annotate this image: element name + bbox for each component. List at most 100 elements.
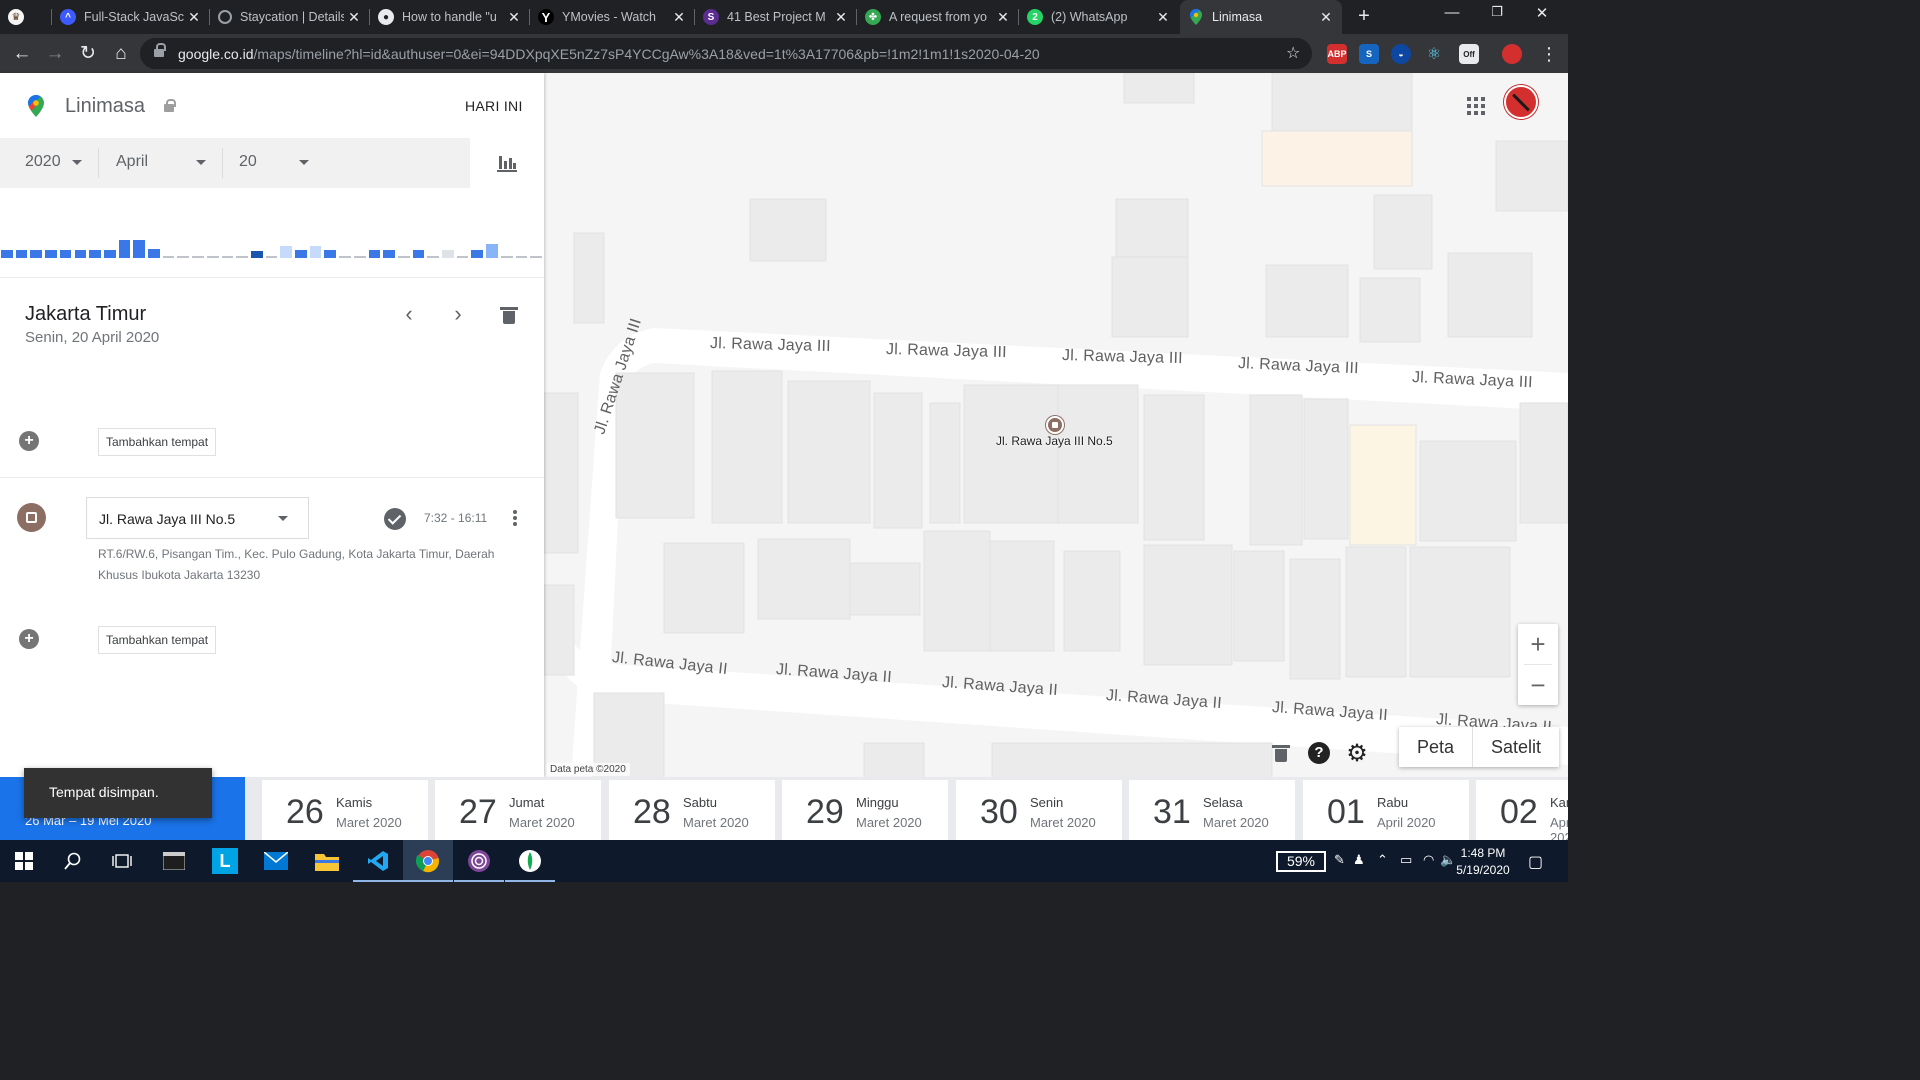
place-marker-icon[interactable] bbox=[1046, 416, 1064, 434]
today-button[interactable]: HARI INI bbox=[465, 98, 523, 114]
adblock-icon[interactable]: ABP bbox=[1327, 44, 1347, 64]
histogram-bar[interactable] bbox=[442, 250, 454, 258]
react-icon[interactable]: ⚛ bbox=[1424, 44, 1444, 64]
browser-tab-active[interactable]: Linimasa ✕ bbox=[1180, 0, 1342, 34]
search-icon[interactable] bbox=[60, 848, 86, 874]
new-tab-button[interactable]: + bbox=[1352, 5, 1376, 28]
mongodb-compass-icon[interactable] bbox=[517, 848, 543, 874]
histogram-bar[interactable] bbox=[236, 256, 248, 258]
people-icon[interactable]: ♟ bbox=[1353, 852, 1365, 868]
histogram-bar[interactable] bbox=[133, 240, 145, 258]
day-card[interactable]: 26 Kamis Maret 2020 bbox=[262, 780, 428, 840]
close-tab-icon[interactable]: ✕ bbox=[1316, 9, 1336, 26]
histogram-bar[interactable] bbox=[192, 256, 204, 258]
map-canvas[interactable]: Jl. Rawa Jaya III Jl. Rawa Jaya III Jl. … bbox=[544, 73, 1568, 777]
minimize-icon[interactable]: — bbox=[1440, 4, 1464, 21]
wifi-icon[interactable]: ◠ bbox=[1423, 852, 1434, 868]
histogram-bar[interactable] bbox=[15, 250, 28, 258]
bookmark-star-icon[interactable]: ☆ bbox=[1286, 43, 1300, 63]
chevron-down-icon[interactable] bbox=[72, 160, 82, 165]
browser-tab[interactable]: Y YMovies - Watch ✕ bbox=[530, 0, 695, 34]
zoom-in-button[interactable]: + bbox=[1518, 624, 1558, 664]
chevron-down-icon[interactable] bbox=[196, 160, 206, 165]
s-extension-icon[interactable]: S bbox=[1359, 44, 1379, 64]
account-avatar[interactable] bbox=[1504, 85, 1538, 119]
delete-icon[interactable] bbox=[1268, 740, 1294, 766]
vscode-icon[interactable] bbox=[365, 848, 391, 874]
restore-icon[interactable]: ❐ bbox=[1485, 4, 1509, 20]
browser-tab[interactable]: S 41 Best Project M ✕ bbox=[695, 0, 857, 34]
chrome-icon[interactable] bbox=[415, 848, 441, 874]
battery-indicator[interactable]: 59% bbox=[1276, 851, 1326, 872]
day-card[interactable]: 30 Senin Maret 2020 bbox=[956, 780, 1122, 840]
taskbar-clock[interactable]: 1:48 PM 5/19/2020 bbox=[1448, 845, 1518, 879]
show-hidden-icons-icon[interactable]: ⌃ bbox=[1377, 852, 1388, 868]
profile-icon[interactable] bbox=[1502, 44, 1522, 64]
close-tab-icon[interactable]: ✕ bbox=[344, 9, 364, 26]
year-select[interactable]: 2020 bbox=[25, 153, 61, 171]
close-tab-icon[interactable]: ✕ bbox=[669, 9, 689, 26]
histogram-bar[interactable] bbox=[162, 256, 175, 258]
histogram-bar[interactable] bbox=[368, 250, 381, 258]
place-name-dropdown[interactable]: Jl. Rawa Jaya III No.5 bbox=[86, 497, 309, 539]
chrome-menu-icon[interactable]: ⋮ bbox=[1537, 42, 1561, 66]
back-icon[interactable]: ← bbox=[10, 42, 34, 66]
histogram-bar[interactable] bbox=[471, 250, 484, 258]
browser-tab[interactable]: Staycation | Details ✕ bbox=[210, 0, 370, 34]
add-place-button[interactable]: Tambahkan tempat bbox=[98, 626, 217, 654]
chevron-left-icon[interactable]: ‹ bbox=[397, 303, 421, 327]
help-icon[interactable]: ? bbox=[1306, 740, 1332, 766]
histogram-bar[interactable] bbox=[383, 250, 395, 258]
terminal-icon[interactable] bbox=[161, 848, 187, 874]
histogram-bar[interactable] bbox=[250, 251, 263, 258]
off-toggle-icon[interactable]: Off bbox=[1459, 44, 1479, 64]
histogram-bar[interactable] bbox=[206, 256, 219, 258]
tor-icon[interactable] bbox=[466, 848, 492, 874]
add-circle-icon[interactable]: + bbox=[19, 431, 39, 451]
histogram-bar[interactable] bbox=[456, 256, 469, 258]
close-tab-icon[interactable]: ✕ bbox=[184, 9, 204, 26]
histogram-bar[interactable] bbox=[530, 256, 542, 258]
day-card[interactable]: 28 Sabtu Maret 2020 bbox=[609, 780, 775, 840]
google-apps-icon[interactable] bbox=[1467, 97, 1485, 115]
histogram-bar[interactable] bbox=[309, 246, 322, 258]
histogram-bar[interactable] bbox=[103, 250, 116, 258]
histogram-bar[interactable] bbox=[74, 250, 87, 258]
home-icon[interactable]: ⌂ bbox=[109, 42, 133, 66]
histogram-bar[interactable] bbox=[515, 256, 528, 258]
browser-tab[interactable]: ^ Full-Stack JavaScript ✕ bbox=[52, 0, 210, 34]
blue-ext-icon[interactable]: ◒ bbox=[1391, 44, 1411, 64]
url-text[interactable]: google.co.id/maps/timeline?hl=id&authuse… bbox=[178, 46, 1040, 62]
month-select[interactable]: April bbox=[116, 153, 148, 171]
notification-center-icon[interactable]: ▢ bbox=[1528, 852, 1543, 872]
close-tab-icon[interactable]: ✕ bbox=[993, 9, 1013, 26]
close-tab-icon[interactable]: ✕ bbox=[504, 9, 524, 26]
map-type-peta[interactable]: Peta bbox=[1399, 727, 1474, 767]
histogram-bar[interactable] bbox=[59, 250, 72, 258]
map-type-satelit[interactable]: Satelit bbox=[1473, 727, 1559, 767]
histogram-bar[interactable] bbox=[265, 256, 278, 258]
histogram-bar[interactable] bbox=[45, 250, 57, 258]
place-marker-label[interactable]: Jl. Rawa Jaya III No.5 bbox=[996, 434, 1113, 448]
histogram-bar[interactable] bbox=[295, 250, 307, 258]
histogram-bar[interactable] bbox=[500, 256, 513, 258]
day-card[interactable]: 02KamisApril 2020 bbox=[1476, 780, 1568, 840]
histogram-bar[interactable] bbox=[280, 246, 293, 258]
address-bar[interactable]: google.co.id/maps/timeline?hl=id&authuse… bbox=[140, 38, 1312, 69]
more-options-icon[interactable] bbox=[512, 510, 518, 528]
l-app-icon[interactable]: L bbox=[212, 848, 238, 874]
browser-tab[interactable]: ● How to handle "u ✕ bbox=[370, 0, 530, 34]
histogram-bar[interactable] bbox=[118, 240, 131, 258]
histogram-bar[interactable] bbox=[412, 250, 425, 258]
windows-start-icon[interactable] bbox=[11, 848, 37, 874]
file-explorer-icon[interactable] bbox=[314, 848, 340, 874]
reload-icon[interactable]: ↻ bbox=[76, 42, 100, 66]
task-view-icon[interactable] bbox=[109, 848, 135, 874]
power-plug-icon[interactable]: ▭ bbox=[1400, 852, 1412, 868]
chevron-down-icon[interactable] bbox=[299, 160, 309, 165]
bar-chart-icon[interactable] bbox=[470, 138, 544, 188]
day-card[interactable]: 27 Jumat Maret 2020 bbox=[435, 780, 601, 840]
close-window-icon[interactable]: ✕ bbox=[1530, 4, 1554, 22]
close-tab-icon[interactable]: ✕ bbox=[1153, 9, 1173, 26]
chevron-right-icon[interactable]: › bbox=[446, 303, 470, 327]
